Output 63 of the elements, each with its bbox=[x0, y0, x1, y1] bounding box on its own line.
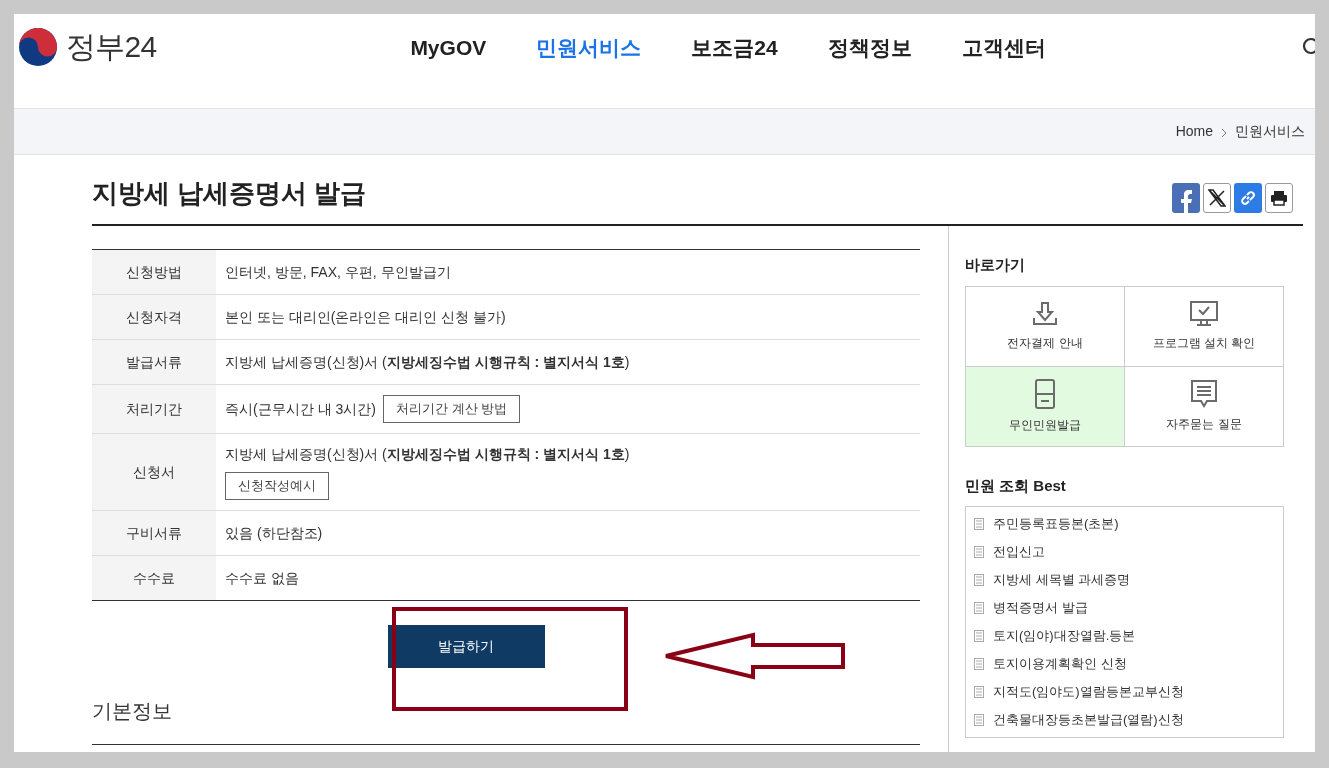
row-label: 신청방법 bbox=[92, 250, 216, 294]
row-label: 발급서류 bbox=[92, 340, 216, 384]
row-label: 구비서류 bbox=[92, 511, 216, 555]
document-icon bbox=[974, 518, 984, 530]
row-label: 신청자격 bbox=[92, 295, 216, 339]
shortcut-tile[interactable]: 무인민원발급 bbox=[966, 366, 1125, 447]
document-icon bbox=[974, 714, 984, 726]
document-icon bbox=[974, 574, 984, 586]
row-value: 있음 (하단참조) bbox=[225, 523, 323, 543]
document-icon bbox=[974, 602, 984, 614]
monitor-icon bbox=[1189, 300, 1219, 328]
nav-link[interactable]: 고객센터 bbox=[961, 32, 1046, 64]
shortcuts-title: 바로가기 bbox=[965, 255, 1026, 275]
info-button[interactable]: 신청작성예시 bbox=[225, 472, 329, 500]
row-label: 처리기간 bbox=[92, 385, 216, 433]
row-value: 본인 또는 대리인(온라인은 대리인 신청 불가) bbox=[225, 307, 506, 327]
breadcrumb-link[interactable]: 민원서비스 bbox=[1235, 121, 1305, 142]
nav-link[interactable]: 보조금24 bbox=[691, 32, 778, 64]
link-icon bbox=[1240, 190, 1256, 206]
row-value: 지방세 납세증명(신청)서 (지방세징수법 시행규칙 : 별지서식 1호) bbox=[225, 352, 630, 372]
shortcut-tile[interactable]: 전자결제 안내 bbox=[966, 286, 1125, 367]
section-title: 기본정보 bbox=[92, 696, 920, 745]
chat-icon bbox=[1190, 379, 1218, 409]
row-value: 인터넷, 방문, FAX, 우편, 무인발급기 bbox=[225, 262, 451, 282]
facebook-share-button[interactable] bbox=[1172, 183, 1200, 213]
facebook-icon bbox=[1179, 189, 1193, 213]
print-icon bbox=[1270, 190, 1288, 206]
best-link[interactable]: 지적도(임야도)열람등본교부신청 bbox=[993, 682, 1184, 702]
x-logo-icon bbox=[1208, 189, 1226, 207]
breadcrumb-link[interactable]: Home bbox=[1175, 121, 1213, 142]
row-label: 수수료 bbox=[92, 556, 216, 600]
shortcut-tile[interactable]: 프로그램 설치 확인 bbox=[1125, 286, 1284, 367]
row-value: 수수료 없음 bbox=[225, 568, 299, 588]
document-icon bbox=[974, 546, 984, 558]
download-icon bbox=[1031, 300, 1059, 328]
document-icon bbox=[974, 686, 984, 698]
chevron-icon bbox=[1221, 126, 1227, 137]
best-link[interactable]: 병적증명서 발급 bbox=[993, 598, 1088, 618]
best-link[interactable]: 토지(임야)대장열람.등본 bbox=[993, 626, 1136, 646]
row-value: 즉시(근무시간 내 3시간) bbox=[225, 399, 376, 419]
row-label: 신청서 bbox=[92, 434, 216, 510]
x-share-button[interactable] bbox=[1203, 183, 1231, 213]
print-button[interactable] bbox=[1265, 183, 1293, 213]
best-title: 민원 조회 Best bbox=[965, 475, 1067, 496]
best-link[interactable]: 주민등록표등본(초본) bbox=[993, 514, 1119, 534]
page-title: 지방세 납세증명서 발급 bbox=[92, 177, 367, 210]
document-icon bbox=[974, 658, 984, 670]
issue-button[interactable]: 발급하기 bbox=[387, 625, 545, 668]
logo-text: 정부24 bbox=[66, 29, 157, 65]
nav-link[interactable]: 정책정보 bbox=[827, 32, 912, 64]
nav-link[interactable]: MyGOV bbox=[410, 32, 487, 64]
best-link[interactable]: 지방세 세목별 과세증명 bbox=[993, 570, 1131, 590]
copy-link-button[interactable] bbox=[1234, 183, 1262, 213]
document-icon bbox=[974, 630, 984, 642]
best-link[interactable]: 토지이용계획확인 신청 bbox=[993, 654, 1127, 674]
logo-icon bbox=[18, 26, 58, 67]
best-link[interactable]: 건축물대장등초본발급(열람)신청 bbox=[993, 710, 1184, 730]
shortcut-tile[interactable]: 자주묻는 질문 bbox=[1125, 366, 1284, 447]
row-value: 지방세 납세증명(신청)서 (지방세징수법 시행규칙 : 별지서식 1호) bbox=[225, 445, 630, 464]
kiosk-icon bbox=[1034, 378, 1056, 410]
best-link[interactable]: 전입신고 bbox=[993, 542, 1045, 562]
nav-link[interactable]: 민원서비스 bbox=[536, 32, 642, 64]
info-button[interactable]: 처리기간 계산 방법 bbox=[382, 395, 521, 423]
